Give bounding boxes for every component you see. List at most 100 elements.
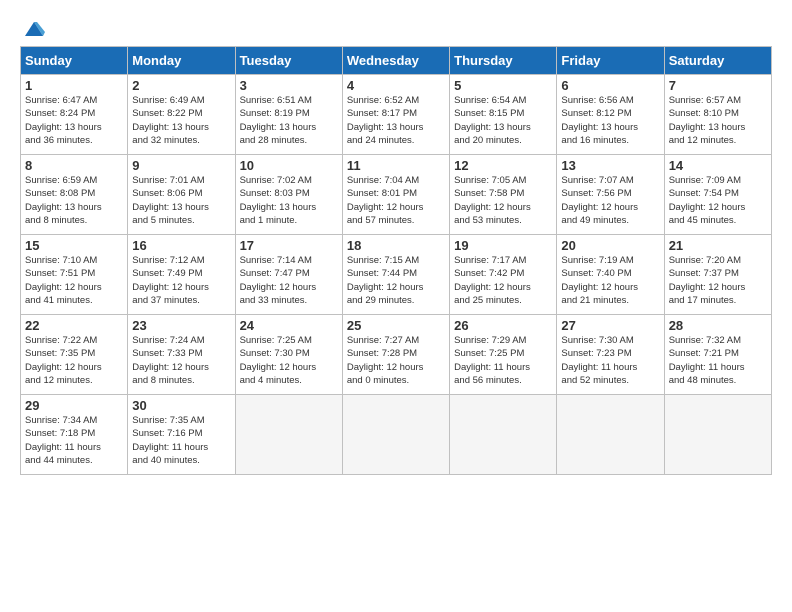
calendar-week-1: 1Sunrise: 6:47 AM Sunset: 8:24 PM Daylig… — [21, 75, 772, 155]
day-number: 24 — [240, 318, 338, 333]
day-info: Sunrise: 7:12 AM Sunset: 7:49 PM Dayligh… — [132, 254, 230, 307]
header-day-saturday: Saturday — [664, 47, 771, 75]
day-info: Sunrise: 7:34 AM Sunset: 7:18 PM Dayligh… — [25, 414, 123, 467]
day-info: Sunrise: 7:20 AM Sunset: 7:37 PM Dayligh… — [669, 254, 767, 307]
calendar-cell: 16Sunrise: 7:12 AM Sunset: 7:49 PM Dayli… — [128, 235, 235, 315]
calendar-cell: 19Sunrise: 7:17 AM Sunset: 7:42 PM Dayli… — [450, 235, 557, 315]
day-number: 8 — [25, 158, 123, 173]
header-day-tuesday: Tuesday — [235, 47, 342, 75]
calendar-cell: 26Sunrise: 7:29 AM Sunset: 7:25 PM Dayli… — [450, 315, 557, 395]
day-number: 7 — [669, 78, 767, 93]
logo — [20, 20, 45, 40]
day-info: Sunrise: 7:35 AM Sunset: 7:16 PM Dayligh… — [132, 414, 230, 467]
calendar-cell — [450, 395, 557, 475]
day-info: Sunrise: 7:07 AM Sunset: 7:56 PM Dayligh… — [561, 174, 659, 227]
calendar-week-2: 8Sunrise: 6:59 AM Sunset: 8:08 PM Daylig… — [21, 155, 772, 235]
day-info: Sunrise: 7:29 AM Sunset: 7:25 PM Dayligh… — [454, 334, 552, 387]
calendar-cell: 24Sunrise: 7:25 AM Sunset: 7:30 PM Dayli… — [235, 315, 342, 395]
day-number: 1 — [25, 78, 123, 93]
calendar-cell: 21Sunrise: 7:20 AM Sunset: 7:37 PM Dayli… — [664, 235, 771, 315]
header — [20, 16, 772, 40]
calendar-cell: 9Sunrise: 7:01 AM Sunset: 8:06 PM Daylig… — [128, 155, 235, 235]
calendar-cell: 22Sunrise: 7:22 AM Sunset: 7:35 PM Dayli… — [21, 315, 128, 395]
calendar-cell: 8Sunrise: 6:59 AM Sunset: 8:08 PM Daylig… — [21, 155, 128, 235]
day-number: 29 — [25, 398, 123, 413]
day-info: Sunrise: 7:01 AM Sunset: 8:06 PM Dayligh… — [132, 174, 230, 227]
day-number: 4 — [347, 78, 445, 93]
day-number: 14 — [669, 158, 767, 173]
day-info: Sunrise: 7:15 AM Sunset: 7:44 PM Dayligh… — [347, 254, 445, 307]
day-number: 2 — [132, 78, 230, 93]
day-number: 18 — [347, 238, 445, 253]
calendar-cell — [235, 395, 342, 475]
calendar-cell: 4Sunrise: 6:52 AM Sunset: 8:17 PM Daylig… — [342, 75, 449, 155]
day-number: 20 — [561, 238, 659, 253]
day-info: Sunrise: 7:09 AM Sunset: 7:54 PM Dayligh… — [669, 174, 767, 227]
day-info: Sunrise: 6:57 AM Sunset: 8:10 PM Dayligh… — [669, 94, 767, 147]
day-number: 6 — [561, 78, 659, 93]
day-info: Sunrise: 7:27 AM Sunset: 7:28 PM Dayligh… — [347, 334, 445, 387]
calendar-cell: 11Sunrise: 7:04 AM Sunset: 8:01 PM Dayli… — [342, 155, 449, 235]
day-info: Sunrise: 6:59 AM Sunset: 8:08 PM Dayligh… — [25, 174, 123, 227]
day-number: 5 — [454, 78, 552, 93]
calendar-cell: 18Sunrise: 7:15 AM Sunset: 7:44 PM Dayli… — [342, 235, 449, 315]
day-info: Sunrise: 6:51 AM Sunset: 8:19 PM Dayligh… — [240, 94, 338, 147]
calendar-cell: 15Sunrise: 7:10 AM Sunset: 7:51 PM Dayli… — [21, 235, 128, 315]
day-number: 22 — [25, 318, 123, 333]
calendar-cell: 25Sunrise: 7:27 AM Sunset: 7:28 PM Dayli… — [342, 315, 449, 395]
calendar-cell: 23Sunrise: 7:24 AM Sunset: 7:33 PM Dayli… — [128, 315, 235, 395]
day-number: 15 — [25, 238, 123, 253]
day-number: 26 — [454, 318, 552, 333]
calendar-cell: 3Sunrise: 6:51 AM Sunset: 8:19 PM Daylig… — [235, 75, 342, 155]
day-number: 28 — [669, 318, 767, 333]
day-info: Sunrise: 7:19 AM Sunset: 7:40 PM Dayligh… — [561, 254, 659, 307]
day-number: 21 — [669, 238, 767, 253]
calendar-cell: 17Sunrise: 7:14 AM Sunset: 7:47 PM Dayli… — [235, 235, 342, 315]
day-info: Sunrise: 6:49 AM Sunset: 8:22 PM Dayligh… — [132, 94, 230, 147]
calendar-cell: 27Sunrise: 7:30 AM Sunset: 7:23 PM Dayli… — [557, 315, 664, 395]
day-info: Sunrise: 6:47 AM Sunset: 8:24 PM Dayligh… — [25, 94, 123, 147]
day-number: 19 — [454, 238, 552, 253]
calendar-cell: 20Sunrise: 7:19 AM Sunset: 7:40 PM Dayli… — [557, 235, 664, 315]
calendar-cell — [557, 395, 664, 475]
day-number: 23 — [132, 318, 230, 333]
calendar-cell: 28Sunrise: 7:32 AM Sunset: 7:21 PM Dayli… — [664, 315, 771, 395]
day-info: Sunrise: 7:17 AM Sunset: 7:42 PM Dayligh… — [454, 254, 552, 307]
calendar: SundayMondayTuesdayWednesdayThursdayFrid… — [20, 46, 772, 475]
day-number: 16 — [132, 238, 230, 253]
calendar-cell: 29Sunrise: 7:34 AM Sunset: 7:18 PM Dayli… — [21, 395, 128, 475]
logo-icon — [23, 18, 45, 40]
calendar-week-5: 29Sunrise: 7:34 AM Sunset: 7:18 PM Dayli… — [21, 395, 772, 475]
day-number: 10 — [240, 158, 338, 173]
day-info: Sunrise: 7:05 AM Sunset: 7:58 PM Dayligh… — [454, 174, 552, 227]
header-day-friday: Friday — [557, 47, 664, 75]
day-number: 13 — [561, 158, 659, 173]
calendar-body: 1Sunrise: 6:47 AM Sunset: 8:24 PM Daylig… — [21, 75, 772, 475]
day-number: 12 — [454, 158, 552, 173]
header-day-sunday: Sunday — [21, 47, 128, 75]
day-info: Sunrise: 6:54 AM Sunset: 8:15 PM Dayligh… — [454, 94, 552, 147]
calendar-cell: 10Sunrise: 7:02 AM Sunset: 8:03 PM Dayli… — [235, 155, 342, 235]
header-day-thursday: Thursday — [450, 47, 557, 75]
calendar-cell: 14Sunrise: 7:09 AM Sunset: 7:54 PM Dayli… — [664, 155, 771, 235]
calendar-cell: 1Sunrise: 6:47 AM Sunset: 8:24 PM Daylig… — [21, 75, 128, 155]
day-number: 11 — [347, 158, 445, 173]
day-info: Sunrise: 7:02 AM Sunset: 8:03 PM Dayligh… — [240, 174, 338, 227]
calendar-cell: 6Sunrise: 6:56 AM Sunset: 8:12 PM Daylig… — [557, 75, 664, 155]
day-info: Sunrise: 7:04 AM Sunset: 8:01 PM Dayligh… — [347, 174, 445, 227]
day-number: 25 — [347, 318, 445, 333]
calendar-cell — [342, 395, 449, 475]
day-number: 30 — [132, 398, 230, 413]
day-info: Sunrise: 6:52 AM Sunset: 8:17 PM Dayligh… — [347, 94, 445, 147]
day-info: Sunrise: 7:24 AM Sunset: 7:33 PM Dayligh… — [132, 334, 230, 387]
day-number: 27 — [561, 318, 659, 333]
day-number: 17 — [240, 238, 338, 253]
calendar-cell: 12Sunrise: 7:05 AM Sunset: 7:58 PM Dayli… — [450, 155, 557, 235]
calendar-cell: 2Sunrise: 6:49 AM Sunset: 8:22 PM Daylig… — [128, 75, 235, 155]
day-number: 3 — [240, 78, 338, 93]
day-info: Sunrise: 7:32 AM Sunset: 7:21 PM Dayligh… — [669, 334, 767, 387]
calendar-week-3: 15Sunrise: 7:10 AM Sunset: 7:51 PM Dayli… — [21, 235, 772, 315]
day-info: Sunrise: 7:25 AM Sunset: 7:30 PM Dayligh… — [240, 334, 338, 387]
day-info: Sunrise: 6:56 AM Sunset: 8:12 PM Dayligh… — [561, 94, 659, 147]
day-info: Sunrise: 7:30 AM Sunset: 7:23 PM Dayligh… — [561, 334, 659, 387]
